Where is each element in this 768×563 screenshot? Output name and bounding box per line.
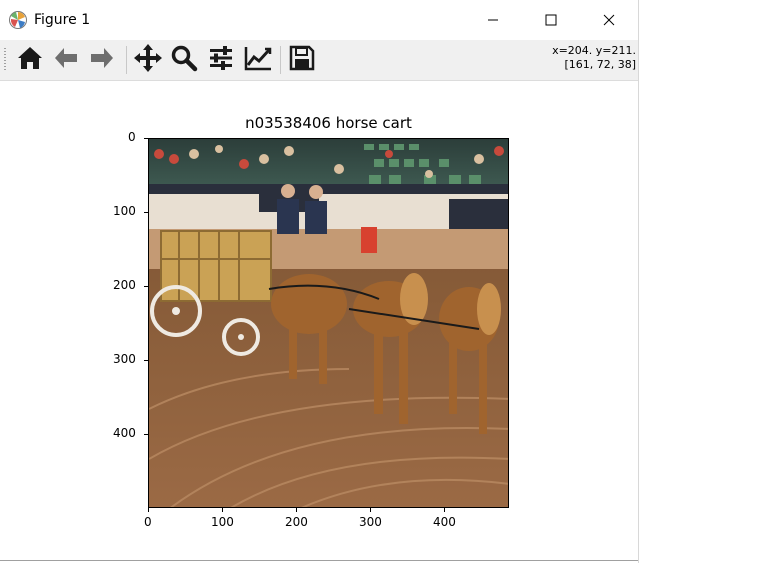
x-tick-label: 100 bbox=[211, 515, 234, 529]
y-tick bbox=[144, 286, 148, 287]
back-button[interactable] bbox=[50, 44, 82, 76]
x-tick bbox=[444, 508, 445, 512]
move-icon bbox=[133, 43, 163, 77]
save-button[interactable] bbox=[286, 44, 318, 76]
plot-title: n03538406 horse cart bbox=[245, 114, 412, 132]
x-tick bbox=[148, 508, 149, 512]
y-tick-label: 400 bbox=[113, 426, 136, 440]
toolbar-grip[interactable] bbox=[4, 48, 6, 72]
maximize-button[interactable] bbox=[522, 0, 580, 40]
zoom-button[interactable] bbox=[168, 44, 200, 76]
close-icon bbox=[603, 11, 615, 30]
toolbar-separator bbox=[126, 46, 127, 74]
x-tick bbox=[296, 508, 297, 512]
home-icon bbox=[16, 44, 44, 76]
line-chart-icon bbox=[243, 44, 273, 76]
pan-button[interactable] bbox=[132, 44, 164, 76]
sliders-icon bbox=[207, 44, 235, 76]
minimize-button[interactable] bbox=[464, 0, 522, 40]
x-tick-label: 200 bbox=[285, 515, 308, 529]
forward-button[interactable] bbox=[86, 44, 118, 76]
floppy-disk-icon bbox=[288, 44, 316, 76]
coords-pixel-value: [161, 72, 38] bbox=[564, 58, 636, 71]
window-title: Figure 1 bbox=[34, 12, 91, 28]
arrow-left-icon bbox=[52, 44, 80, 76]
toolbar-separator bbox=[280, 46, 281, 74]
cursor-coordinates: x=204. y=211. [161, 72, 38] bbox=[552, 44, 636, 72]
maximize-icon bbox=[545, 11, 557, 30]
y-tick bbox=[144, 138, 148, 139]
y-tick bbox=[144, 212, 148, 213]
x-tick bbox=[222, 508, 223, 512]
image-axes[interactable] bbox=[148, 138, 509, 508]
navigation-toolbar bbox=[0, 40, 638, 81]
title-bar[interactable]: Figure 1 bbox=[0, 0, 638, 40]
arrow-right-icon bbox=[88, 44, 116, 76]
x-tick-label: 0 bbox=[144, 515, 152, 529]
status-bar-divider bbox=[0, 560, 638, 561]
y-tick bbox=[144, 434, 148, 435]
x-tick-label: 400 bbox=[433, 515, 456, 529]
minimize-icon bbox=[487, 11, 499, 30]
x-tick-label: 300 bbox=[359, 515, 382, 529]
matplotlib-logo-icon bbox=[8, 10, 28, 30]
y-tick-label: 300 bbox=[113, 352, 136, 366]
horse-cart-image bbox=[149, 139, 508, 507]
configure-subplots-button[interactable] bbox=[205, 44, 237, 76]
home-button[interactable] bbox=[14, 44, 46, 76]
coords-xy: x=204. y=211. bbox=[552, 44, 636, 57]
edit-axes-button[interactable] bbox=[242, 44, 274, 76]
y-tick-label: 100 bbox=[113, 204, 136, 218]
y-tick bbox=[144, 360, 148, 361]
magnifier-icon bbox=[170, 44, 198, 76]
y-tick-label: 200 bbox=[113, 278, 136, 292]
figure-window: Figure 1 x=204. y=211. [161, 72, 38] n03… bbox=[0, 0, 639, 563]
x-tick bbox=[370, 508, 371, 512]
close-button[interactable] bbox=[580, 0, 638, 40]
y-tick-label: 0 bbox=[128, 130, 136, 144]
